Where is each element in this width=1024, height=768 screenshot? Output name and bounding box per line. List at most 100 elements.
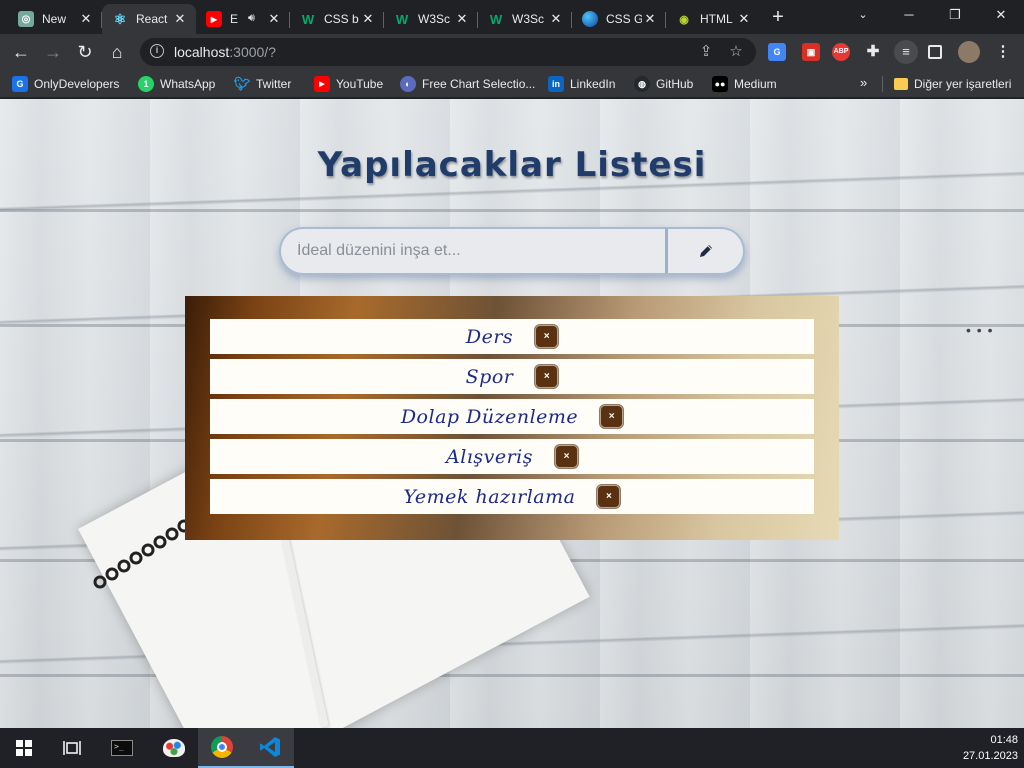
windows-start-icon[interactable] <box>0 728 48 768</box>
w3schools-icon: W <box>489 11 503 27</box>
url-path: :3000/? <box>229 44 276 60</box>
menu-icon[interactable]: ⋮ <box>994 43 1012 61</box>
delete-todo-button[interactable]: × <box>597 485 621 508</box>
bookmark-medium[interactable]: ●● Medium <box>712 75 777 93</box>
chrome-icon[interactable] <box>198 728 246 768</box>
todo-form <box>279 227 745 275</box>
avatar[interactable] <box>958 41 980 63</box>
task-view-glyph-icon <box>63 741 81 755</box>
bookmark-github[interactable]: ◍ GitHub <box>634 75 693 93</box>
close-icon[interactable]: ✕ <box>266 11 282 27</box>
close-icon[interactable]: ✕ <box>360 11 376 27</box>
bookmark-whatsapp[interactable]: 1 WhatsApp <box>138 75 215 93</box>
tab-title: New <box>42 12 67 26</box>
add-todo-button[interactable] <box>665 227 745 275</box>
speaker-icon[interactable]: 🔊︎ <box>248 12 255 25</box>
todo-list: Ders × Spor × Dolap Düzenleme × Alışveri… <box>185 296 839 540</box>
bookmark-label: Twitter <box>256 77 292 91</box>
bookmark-label: YouTube <box>336 77 384 91</box>
new-tab-button[interactable]: + <box>766 6 790 30</box>
delete-todo-button[interactable]: × <box>535 325 559 348</box>
home-button[interactable]: ⌂ <box>104 39 130 65</box>
close-icon[interactable]: ✕ <box>642 11 658 27</box>
system-clock[interactable]: 01:48 27.01.2023 <box>963 732 1018 764</box>
tab-title: E <box>230 12 239 26</box>
side-panel-icon[interactable] <box>928 45 942 59</box>
reload-button[interactable]: ↻ <box>72 39 98 65</box>
todo-text: Spor <box>465 365 514 388</box>
info-icon[interactable]: i <box>150 44 164 58</box>
globe-icon <box>582 11 598 27</box>
bookmark-label: GitHub <box>656 77 694 91</box>
bookmark-onlydevelopers[interactable]: G OnlyDevelopers <box>12 75 119 93</box>
paint-icon[interactable] <box>150 728 198 768</box>
close-icon[interactable]: ✕ <box>78 11 94 27</box>
tab-title: CSS G <box>606 12 642 26</box>
tab-7[interactable]: ◉ HTML ✕ <box>666 4 760 34</box>
close-icon[interactable]: ✕ <box>454 11 470 27</box>
tab-0[interactable]: ◎ New ✕ <box>8 4 102 34</box>
close-window-button[interactable]: ✕ <box>978 0 1024 30</box>
bookmark-label: Diğer yer işaretleri <box>914 77 1012 91</box>
bookmark-label: OnlyDevelopers <box>34 77 120 91</box>
bookmark-twitter[interactable]: 🐦︎ Twitter <box>234 75 292 93</box>
vscode-icon[interactable] <box>246 728 294 768</box>
extension-red-icon[interactable]: ▣ <box>802 43 820 61</box>
todo-item: Spor × <box>210 359 814 394</box>
tab-3[interactable]: W CSS b ✕ <box>290 4 384 34</box>
bookmark-linkedin[interactable]: in LinkedIn <box>548 75 615 93</box>
google-translate-icon[interactable]: G <box>768 43 786 61</box>
pencil-icon <box>699 245 712 257</box>
github-icon: ◍ <box>634 76 650 92</box>
tab-5[interactable]: W W3Sc ✕ <box>478 4 572 34</box>
url-text[interactable]: localhost:3000/? <box>174 44 276 60</box>
delete-todo-button[interactable]: × <box>600 405 624 428</box>
task-view-icon[interactable] <box>48 728 96 768</box>
bookmark-star-icon[interactable]: ☆ <box>726 42 746 62</box>
tab-1[interactable]: ⚛ React ✕ <box>102 4 196 34</box>
bookmark-free-chart[interactable]: ◐ Free Chart Selectio... <box>400 75 535 93</box>
tab-6[interactable]: CSS G ✕ <box>572 4 666 34</box>
folder-icon <box>894 78 908 90</box>
back-button[interactable]: ← <box>8 39 34 65</box>
bookmarks-separator <box>882 76 883 92</box>
minimize-button[interactable]: ─ <box>886 0 932 30</box>
background-plank-line <box>0 209 1024 212</box>
html-icon: ◉ <box>679 13 689 26</box>
clock-time: 01:48 <box>990 734 1018 746</box>
delete-todo-button[interactable]: × <box>555 445 578 468</box>
tab-title: CSS b <box>324 12 359 26</box>
more-bookmarks-icon[interactable]: » <box>860 75 867 90</box>
linkedin-icon: in <box>548 76 564 92</box>
extensions-puzzle-icon[interactable]: ✚ <box>864 43 882 61</box>
w3schools-icon: W <box>395 11 409 27</box>
close-icon[interactable]: ✕ <box>548 11 564 27</box>
windows-taskbar: >_ 01:48 27.01.2023 <box>0 728 1024 768</box>
tab-title: HTML <box>700 12 733 26</box>
todo-text: Alışveriş <box>445 445 533 468</box>
media-control-icon[interactable]: ≡ <box>894 40 918 64</box>
tab-search-icon[interactable]: ⌄ <box>840 0 886 30</box>
vscode-logo-icon <box>260 737 280 757</box>
medium-icon: ●● <box>712 76 728 92</box>
browser-toolbar: ← → ↻ ⌂ i localhost:3000/? ⇪ ☆ G ▣ ABP ✚… <box>0 34 1024 70</box>
address-bar[interactable]: i localhost:3000/? ⇪ ☆ <box>140 38 756 66</box>
todo-input[interactable] <box>279 227 665 275</box>
bookmark-label: LinkedIn <box>570 77 616 91</box>
delete-todo-button[interactable]: × <box>535 365 559 388</box>
tab-4[interactable]: W W3Sc ✕ <box>384 4 478 34</box>
adblock-plus-icon[interactable]: ABP <box>832 43 850 61</box>
chrome-center-icon <box>217 742 227 752</box>
share-icon[interactable]: ⇪ <box>696 42 716 62</box>
close-icon[interactable]: ✕ <box>172 11 188 27</box>
youtube-icon: ▶ <box>206 11 222 27</box>
react-icon: ⚛ <box>113 10 127 27</box>
tab-2[interactable]: ▶ E 🔊︎ ✕ <box>196 4 290 34</box>
bookmark-other-folder[interactable]: Diğer yer işaretleri <box>894 75 1011 93</box>
forward-button[interactable]: → <box>40 39 66 65</box>
close-icon[interactable]: ✕ <box>736 11 752 27</box>
terminal-icon[interactable]: >_ <box>98 728 146 768</box>
restore-button[interactable]: ❐ <box>932 0 978 30</box>
bookmark-youtube[interactable]: ▶ YouTube <box>314 75 383 93</box>
todo-item: Yemek hazırlama × <box>210 479 814 514</box>
